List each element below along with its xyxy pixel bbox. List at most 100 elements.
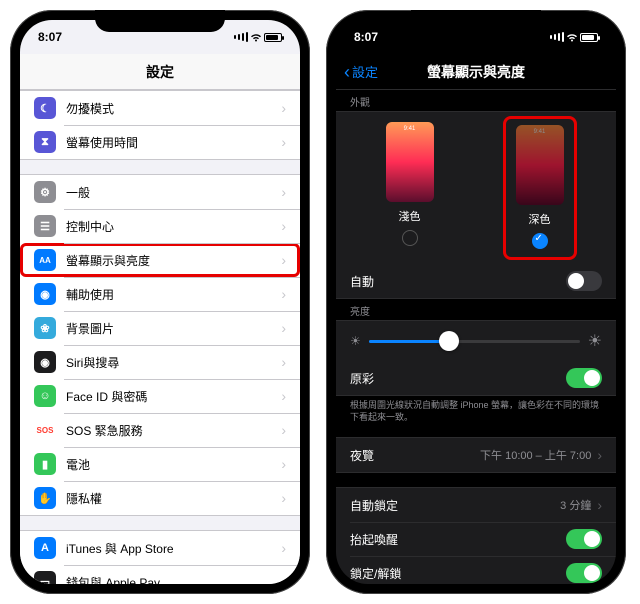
chevron-right-icon: › [281,574,286,584]
settings-row[interactable]: AA螢幕顯示與亮度› [20,243,300,277]
settings-row-label: 螢幕使用時間 [66,134,281,151]
navbar: ‹ 設定 螢幕顯示與亮度 [336,54,616,90]
settings-row-label: 錢包與 Apple Pay [66,574,281,585]
sos-icon: SOS [34,419,56,441]
settings-row-label: 輔助使用 [66,286,281,303]
settings-row[interactable]: ◉Siri與搜尋› [20,345,300,379]
chevron-right-icon: › [281,490,286,506]
moon-icon: ☾ [34,97,56,119]
settings-row[interactable]: ❀背景圖片› [20,311,300,345]
row-raise-to-wake[interactable]: 抬起喚醒 [336,522,616,556]
appearance-dark-label: 深色 [529,211,551,227]
appearance-picker: 淺色 深色 [336,112,616,264]
appearance-thumb-dark [516,125,564,205]
settings-row[interactable]: ⧗ 螢幕使用時間› [20,125,300,159]
phone-frame-right: 8:07 ‹ 設定 螢幕顯示與亮度 外觀 [326,10,626,594]
radio-dark[interactable] [532,233,548,249]
brightness-slider[interactable] [369,340,580,343]
settings-list[interactable]: ☾勿擾模式›⧗螢幕使用時間›⚙一般›☰控制中心›AA螢幕顯示與亮度›◉輔助使用›… [20,90,300,584]
screen-display-brightness: 8:07 ‹ 設定 螢幕顯示與亮度 外觀 [336,20,616,584]
settings-row[interactable]: AiTunes 與 App Store› [20,531,300,565]
chevron-right-icon: › [281,100,286,116]
status-time: 8:07 [354,30,378,44]
row-true-tone[interactable]: 原彩 [336,361,616,395]
row-night-shift[interactable]: 夜覽 下午 10:00 – 上午 7:00 › [336,438,616,472]
settings-row-label: SOS 緊急服務 [66,422,281,439]
faceid-icon: ☺ [34,385,56,407]
battery-icon [580,33,598,42]
lock-group: 自動鎖定 3 分鐘 › 抬起喚醒 鎖定/解鎖 [336,487,616,584]
appearance-group: 淺色 深色 自動 [336,111,616,299]
lock-unlock-label: 鎖定/解鎖 [350,565,566,582]
row-auto-appearance[interactable]: 自動 [336,264,616,298]
notch [411,10,541,32]
battery-icon [264,33,282,42]
settings-row[interactable]: ▮ 電池› [20,447,300,481]
appearance-option-light[interactable]: 淺色 [386,122,434,252]
section-label-brightness: 亮度 [336,299,616,320]
brightness-group: ☀︎ ☀︎ 原彩 [336,320,616,396]
row-auto-lock[interactable]: 自動鎖定 3 分鐘 › [336,488,616,522]
back-label: 設定 [352,62,378,81]
appearance-option-dark[interactable]: 深色 [503,116,577,260]
wallet-icon: ▭ [34,571,56,584]
switch-raise-to-wake[interactable] [566,529,602,549]
settings-row[interactable]: ✋隱私權› [20,481,300,515]
nav-title: 螢幕顯示與亮度 [427,62,525,82]
settings-row-label: 螢幕顯示與亮度 [66,252,281,269]
chevron-right-icon: › [281,540,286,556]
settings-row-label: Face ID 與密碼 [66,388,281,405]
settings-row-label: 一般 [66,184,281,201]
night-shift-group: 夜覽 下午 10:00 – 上午 7:00 › [336,437,616,473]
section-label-appearance: 外觀 [336,90,616,111]
settings-row[interactable]: ◉輔助使用› [20,277,300,311]
appearance-light-label: 淺色 [399,208,421,224]
chevron-right-icon: › [281,184,286,200]
appstore-icon: A [34,537,56,559]
radio-light[interactable] [402,230,418,246]
raise-to-wake-label: 抬起喚醒 [350,531,566,548]
chevron-right-icon: › [281,218,286,234]
auto-lock-detail: 3 分鐘 [560,497,591,513]
status-indicators [234,32,282,42]
status-indicators [550,32,598,42]
settings-row[interactable]: ☾勿擾模式› [20,91,300,125]
settings-row[interactable]: ☺ Face ID 與密碼› [20,379,300,413]
phone-frame-left: 8:07 設定 ☾勿擾模式›⧗螢幕使用時間›⚙一般›☰控制中心›AA螢幕顯示與亮… [10,10,310,594]
switch-lock-unlock[interactable] [566,563,602,583]
slider-thumb[interactable] [439,331,459,351]
settings-row-label: 控制中心 [66,218,281,235]
chevron-right-icon: › [281,354,286,370]
status-time: 8:07 [38,30,62,44]
chevron-right-icon: › [281,286,286,302]
switch-true-tone[interactable] [566,368,602,388]
sun-max-icon: ☀︎ [588,331,602,351]
settings-row[interactable]: ⚙ 一般› [20,175,300,209]
settings-row[interactable]: ☰ 控制中心› [20,209,300,243]
settings-row[interactable]: ▭ 錢包與 Apple Pay› [20,565,300,584]
chevron-right-icon: › [281,422,286,438]
screen-settings: 8:07 設定 ☾勿擾模式›⧗螢幕使用時間›⚙一般›☰控制中心›AA螢幕顯示與亮… [20,20,300,584]
chevron-left-icon: ‹ [344,63,350,81]
battery-icon: ▮ [34,453,56,475]
back-button[interactable]: ‹ 設定 [344,62,378,81]
navbar: 設定 [20,54,300,90]
settings-row[interactable]: SOS SOS 緊急服務› [20,413,300,447]
chevron-right-icon: › [281,134,286,150]
settings-group: ☾勿擾模式›⧗螢幕使用時間› [20,90,300,160]
settings-row-label: 電池 [66,456,281,473]
siri-icon: ◉ [34,351,56,373]
settings-row-label: iTunes 與 App Store [66,540,281,557]
display-settings-content[interactable]: 外觀 淺色 深色 [336,90,616,584]
chevron-right-icon: › [597,447,602,463]
chevron-right-icon: › [281,388,286,404]
row-lock-unlock[interactable]: 鎖定/解鎖 [336,556,616,584]
switch-auto-appearance[interactable] [566,271,602,291]
chevron-right-icon: › [597,497,602,513]
chevron-right-icon: › [281,456,286,472]
hourglass-icon: ⧗ [34,131,56,153]
auto-lock-label: 自動鎖定 [350,497,560,514]
true-tone-label: 原彩 [350,370,566,387]
sliders-icon: ☰ [34,215,56,237]
gear-icon: ⚙ [34,181,56,203]
